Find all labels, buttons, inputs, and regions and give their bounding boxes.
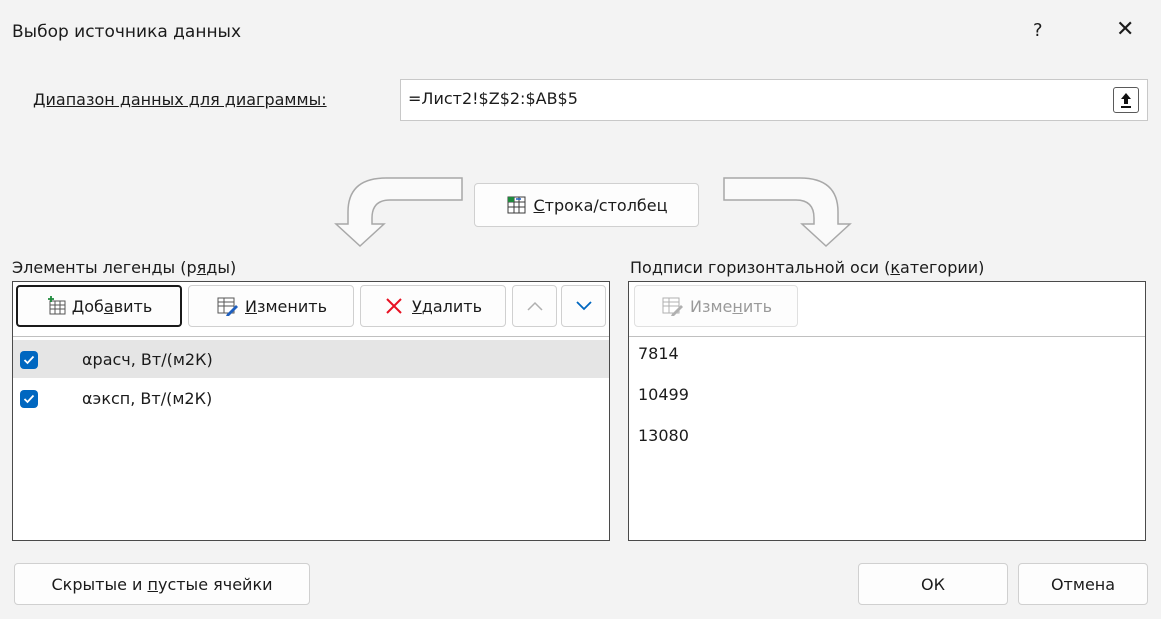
series-label-1[interactable]: αрасч, Вт/(м2К) (82, 350, 213, 369)
series-checkbox-2[interactable] (20, 390, 38, 408)
series-checkbox-1[interactable] (20, 351, 38, 369)
add-series-label: Добавить (71, 296, 153, 316)
move-up-button[interactable] (512, 285, 557, 327)
move-down-icon (575, 301, 592, 311)
range-input[interactable]: =Лист2!$Z$2:$AB$5 (400, 79, 1148, 121)
cancel-button[interactable]: Отмена (1018, 563, 1148, 605)
switch-row-column-button[interactable]: Строка/столбец (474, 183, 699, 227)
add-table-icon (47, 296, 66, 315)
category-item-2[interactable]: 10499 (638, 385, 689, 404)
axis-heading: Подписи горизонтальной оси (категории) (630, 258, 985, 277)
help-button[interactable]: ? (1033, 20, 1043, 41)
category-item-3[interactable]: 13080 (638, 426, 689, 445)
checkbox-checked-icon (23, 355, 35, 365)
edit-categories-label: Изменить (689, 296, 772, 316)
checkbox-checked-icon (23, 394, 35, 404)
delete-x-icon (386, 298, 402, 314)
category-item-1[interactable]: 7814 (638, 344, 679, 363)
move-up-icon (526, 301, 543, 311)
ok-button[interactable]: ОК (858, 563, 1008, 605)
edit-series-button[interactable]: Изменить (188, 285, 354, 327)
left-curved-arrow-icon (334, 177, 463, 248)
switch-row-column-label: Строка/столбец (533, 195, 668, 215)
range-input-value: =Лист2!$Z$2:$AB$5 (408, 89, 578, 108)
delete-series-button[interactable]: Удалить (360, 285, 506, 327)
edit-table-icon (662, 297, 683, 316)
dialog-title: Выбор источника данных (12, 22, 242, 42)
delete-series-label: Удалить (412, 296, 482, 316)
move-down-button[interactable] (561, 285, 606, 327)
edit-table-icon (217, 297, 238, 316)
hidden-empty-cells-button[interactable]: Скрытые и пустые ячейки (14, 563, 310, 605)
edit-categories-button[interactable]: Изменить (634, 285, 798, 327)
right-curved-arrow-icon (723, 177, 852, 248)
close-button[interactable]: ✕ (1116, 17, 1134, 42)
legend-heading: Элементы легенды (ряды) (12, 258, 237, 277)
range-label: Диапазон данных для диаграммы: (33, 90, 327, 109)
add-series-button[interactable]: Добавить (16, 285, 182, 327)
edit-series-label: Изменить (245, 296, 327, 316)
switch-row-column-icon (507, 196, 526, 214)
collapse-dialog-button[interactable] (1113, 87, 1139, 113)
collapse-dialog-icon (1121, 93, 1131, 108)
hidden-empty-cells-label: Скрытые и пустые ячейки (51, 574, 273, 594)
series-label-2[interactable]: αэксп, Вт/(м2К) (82, 389, 212, 408)
